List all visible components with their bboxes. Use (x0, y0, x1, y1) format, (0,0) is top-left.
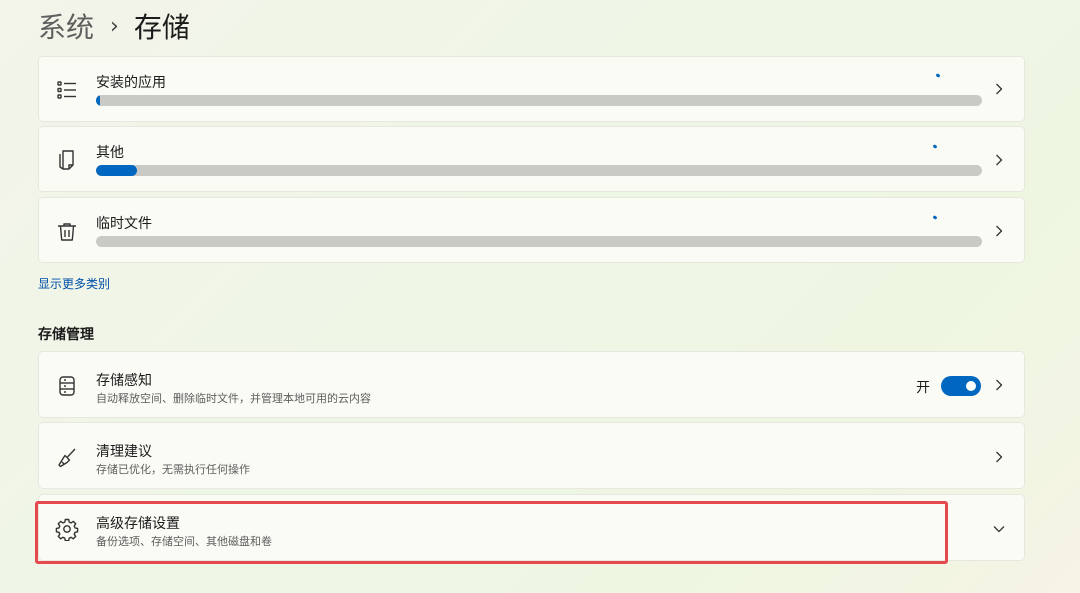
cleanup-recommendations-card[interactable]: 清理建议 存储已优化，无需执行任何操作 (38, 422, 1025, 489)
storage-usage-bar (96, 165, 982, 176)
setting-description: 存储已优化，无需执行任何操作 (96, 463, 250, 476)
setting-title: 清理建议 (96, 444, 152, 460)
storage-sense-toggle[interactable] (941, 376, 981, 396)
storage-usage-bar-fill (96, 95, 100, 106)
chevron-right-icon (992, 224, 1006, 238)
show-more-categories-link[interactable]: 显示更多类别 (38, 275, 110, 292)
category-label: 临时文件 (96, 216, 152, 232)
setting-description: 备份选项、存储空间、其他磁盘和卷 (96, 535, 272, 548)
toggle-knob (966, 381, 976, 391)
breadcrumb-separator: › (110, 13, 119, 39)
list-icon (55, 78, 79, 102)
chevron-right-icon (992, 153, 1006, 167)
advanced-storage-settings-card[interactable]: 高级存储设置 备份选项、存储空间、其他磁盘和卷 (38, 494, 1025, 561)
chevron-right-icon (992, 82, 1006, 96)
breadcrumb-parent-system[interactable]: 系统 (38, 6, 94, 46)
setting-title: 存储感知 (96, 373, 152, 389)
toggle-state-label: 开 (916, 380, 930, 396)
loading-indicator (932, 215, 938, 220)
chevron-down-icon[interactable] (992, 522, 1006, 536)
document-stack-icon (55, 148, 79, 172)
storage-management-header: 存储管理 (38, 327, 94, 343)
storage-category-installed-apps[interactable]: 安装的应用 (38, 56, 1025, 122)
category-label: 安装的应用 (96, 75, 166, 91)
chevron-right-icon (992, 450, 1006, 464)
loading-indicator (932, 144, 938, 149)
storage-usage-bar-fill (96, 165, 137, 176)
storage-usage-bar (96, 236, 982, 247)
loading-indicator (935, 73, 941, 78)
storage-sense-card[interactable]: 存储感知 自动释放空间、删除临时文件，并管理本地可用的云内容 开 (38, 351, 1025, 418)
storage-usage-bar (96, 95, 982, 106)
storage-drive-icon (55, 374, 79, 398)
trash-icon (55, 220, 79, 244)
broom-icon (55, 446, 79, 470)
category-label: 其他 (96, 145, 124, 161)
storage-category-other[interactable]: 其他 (38, 126, 1025, 192)
breadcrumb: 系统 › 存储 (38, 6, 190, 46)
storage-category-temporary-files[interactable]: 临时文件 (38, 197, 1025, 263)
chevron-right-icon (992, 378, 1006, 392)
setting-title: 高级存储设置 (96, 516, 180, 532)
page-title: 存储 (133, 11, 190, 44)
gear-icon (55, 517, 79, 541)
setting-description: 自动释放空间、删除临时文件，并管理本地可用的云内容 (96, 392, 371, 405)
